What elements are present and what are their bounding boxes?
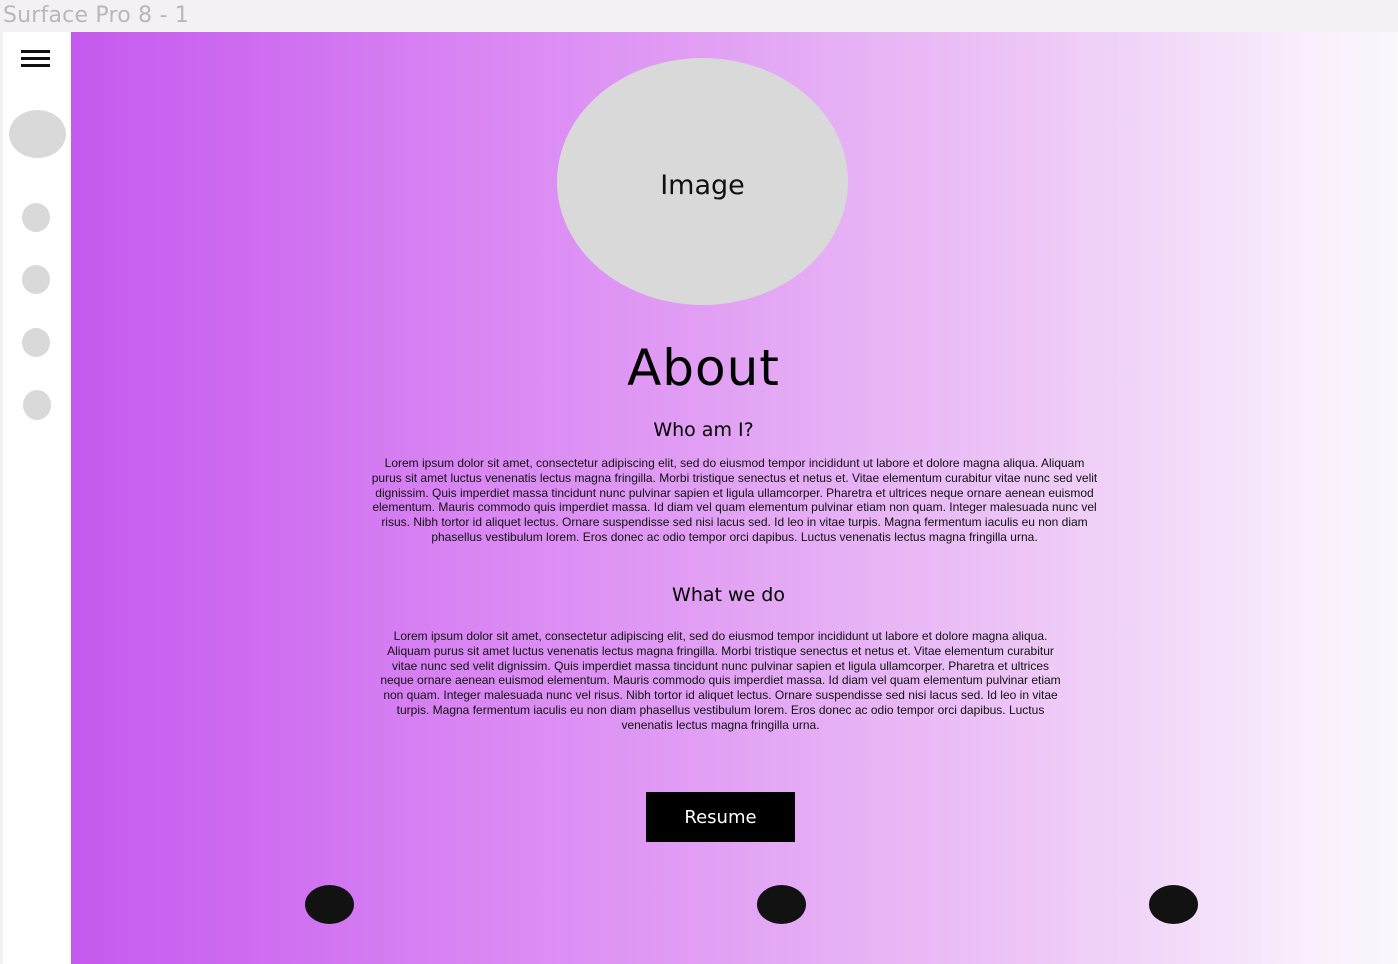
resume-button[interactable]: Resume (646, 792, 795, 842)
what-we-do-text: Lorem ipsum dolor sit amet, consectetur … (380, 629, 1061, 732)
avatar[interactable] (9, 110, 66, 158)
social-link-2-icon[interactable] (757, 885, 806, 924)
hamburger-line (21, 64, 50, 67)
social-link-3-icon[interactable] (1149, 885, 1198, 924)
who-am-i-heading: Who am I? (653, 419, 754, 441)
hamburger-line (21, 57, 50, 60)
profile-image-placeholder: Image (557, 58, 848, 305)
who-am-i-text: Lorem ipsum dolor sit amet, consectetur … (371, 456, 1098, 544)
social-link-1-icon[interactable] (305, 885, 354, 924)
frame-title: Surface Pro 8 - 1 (3, 3, 190, 28)
sidebar-nav-item-3[interactable] (22, 328, 50, 357)
image-label: Image (660, 170, 745, 201)
sidebar-nav-item-1[interactable] (22, 203, 50, 232)
hamburger-line (21, 50, 50, 53)
page-canvas: Image About Who am I? Lorem ipsum dolor … (3, 32, 1398, 964)
page-title: About (627, 339, 780, 397)
sidebar-nav-item-4[interactable] (23, 390, 51, 420)
hamburger-menu-icon[interactable] (21, 48, 51, 68)
what-we-do-heading: What we do (672, 584, 785, 606)
main-content: Image About Who am I? Lorem ipsum dolor … (71, 32, 1398, 964)
sidebar-nav-item-2[interactable] (22, 265, 50, 294)
sidebar (3, 32, 71, 964)
